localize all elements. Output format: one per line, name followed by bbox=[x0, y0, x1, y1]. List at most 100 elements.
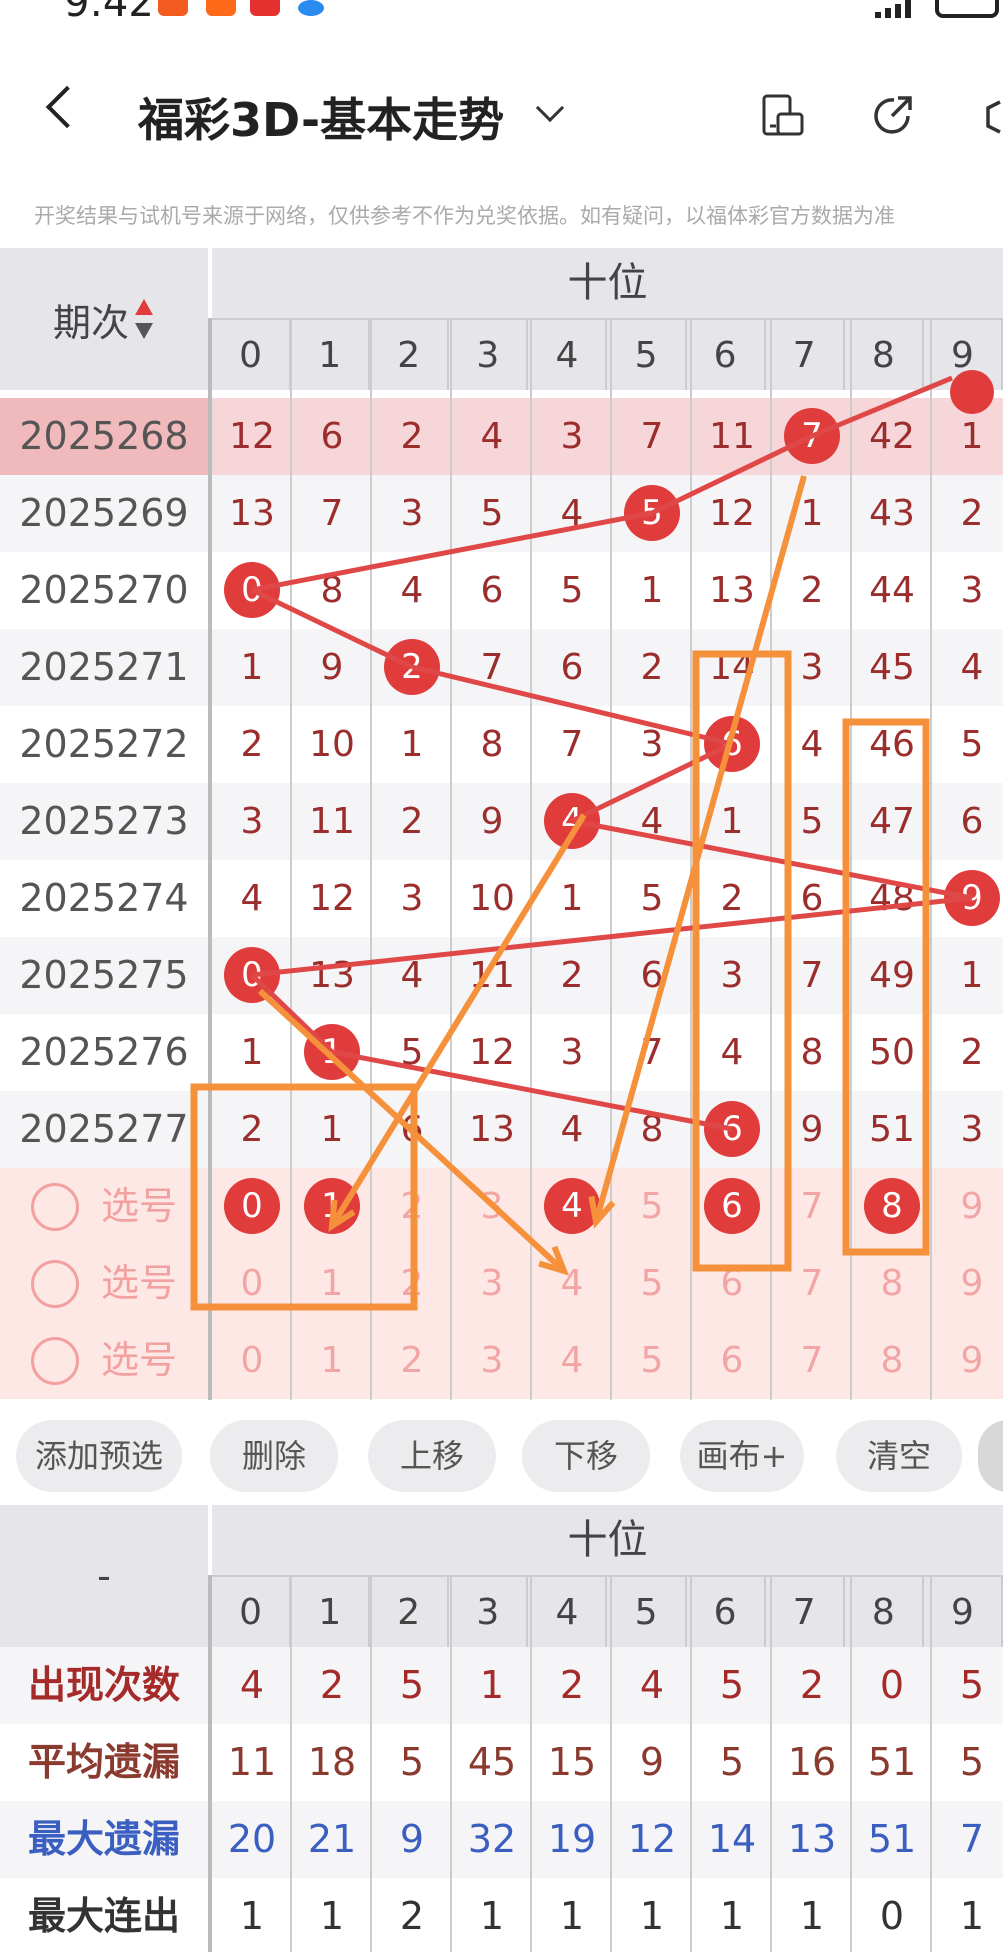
more-icon[interactable] bbox=[980, 92, 1003, 138]
select-row-toggle[interactable]: 选号 bbox=[0, 1322, 208, 1399]
digit-header-3[interactable]: 3 bbox=[449, 320, 529, 390]
select-cell[interactable]: 3 bbox=[452, 1168, 532, 1245]
period-number[interactable]: 2025274 bbox=[0, 860, 208, 937]
period-header[interactable]: 期次 bbox=[0, 248, 208, 390]
select-cell[interactable]: 1 bbox=[292, 1322, 372, 1399]
select-cell[interactable]: 7 bbox=[772, 1322, 852, 1399]
select-cell[interactable]: 6 bbox=[692, 1322, 772, 1399]
digit-header-4[interactable]: 4 bbox=[528, 1577, 608, 1647]
more-button[interactable] bbox=[978, 1420, 1003, 1492]
select-cell[interactable]: 0 bbox=[212, 1322, 292, 1399]
select-cell[interactable]: 8 bbox=[852, 1245, 932, 1322]
select-cell[interactable]: 2 bbox=[372, 1322, 452, 1399]
select-cell[interactable]: 5 bbox=[612, 1322, 692, 1399]
period-number[interactable]: 2025277 bbox=[0, 1091, 208, 1168]
select-cell[interactable]: 2 bbox=[372, 1168, 452, 1245]
select-cell[interactable]: 9 bbox=[932, 1168, 1003, 1245]
omission-cell: 50 bbox=[869, 1032, 915, 1073]
action-button[interactable]: 下移 bbox=[522, 1420, 650, 1492]
column-separator bbox=[530, 318, 532, 1400]
select-cell[interactable]: 9 bbox=[932, 1245, 1003, 1322]
radio-button[interactable] bbox=[30, 1336, 79, 1385]
digit-header-4[interactable]: 4 bbox=[528, 320, 608, 390]
digit-header-8[interactable]: 8 bbox=[845, 320, 924, 390]
select-cell[interactable]: 0 bbox=[212, 1168, 292, 1245]
action-button[interactable]: 上移 bbox=[368, 1420, 496, 1492]
action-button[interactable]: 画布+ bbox=[680, 1420, 804, 1492]
select-cell[interactable]: 9 bbox=[932, 1322, 1003, 1399]
stats-value: 51 bbox=[867, 1817, 917, 1861]
back-icon[interactable] bbox=[45, 85, 89, 129]
digit-header-6[interactable]: 6 bbox=[687, 320, 766, 390]
period-number[interactable]: 2025271 bbox=[0, 629, 208, 706]
select-cell[interactable]: 5 bbox=[612, 1168, 692, 1245]
digit-header-7[interactable]: 7 bbox=[766, 320, 845, 390]
period-number[interactable]: 2025269 bbox=[0, 475, 208, 552]
select-cell[interactable]: 6 bbox=[692, 1245, 772, 1322]
select-cell[interactable]: 4 bbox=[532, 1245, 612, 1322]
digit-header-1[interactable]: 1 bbox=[291, 320, 371, 390]
table-row: 2025277 2 1 6 13 4 8 6 9 51 3 bbox=[0, 1091, 1003, 1168]
action-button[interactable]: 清空 bbox=[836, 1420, 962, 1492]
action-button[interactable]: 添加预选 bbox=[16, 1420, 182, 1492]
chevron-down-icon[interactable] bbox=[535, 93, 565, 123]
status-bar: 9:42 bbox=[0, 0, 1003, 40]
digit-header-0[interactable]: 0 bbox=[212, 320, 292, 390]
radio-button[interactable] bbox=[30, 1182, 79, 1231]
select-cell[interactable]: 7 bbox=[772, 1245, 852, 1322]
stats-value: 1 bbox=[559, 1894, 585, 1938]
stats-value: 2 bbox=[399, 1894, 425, 1938]
stats-value: 1 bbox=[639, 1894, 665, 1938]
digit-header-6[interactable]: 6 bbox=[687, 1577, 766, 1647]
omission-cell: 3 bbox=[640, 724, 664, 765]
omission-cell: 7 bbox=[480, 647, 504, 688]
select-cell[interactable]: 4 bbox=[532, 1322, 612, 1399]
radio-button[interactable] bbox=[30, 1259, 79, 1308]
column-separator bbox=[450, 318, 452, 1400]
rotate-screen-icon[interactable] bbox=[760, 92, 806, 138]
period-number[interactable]: 2025276 bbox=[0, 1014, 208, 1091]
period-number[interactable]: 2025275 bbox=[0, 937, 208, 1014]
omission-cell: 6 bbox=[960, 801, 984, 842]
period-number[interactable]: 2025270 bbox=[0, 552, 208, 629]
select-cell[interactable]: 0 bbox=[212, 1245, 292, 1322]
picked-ball[interactable]: 1 bbox=[304, 1178, 360, 1234]
period-number[interactable]: 2025272 bbox=[0, 706, 208, 783]
select-cell[interactable]: 5 bbox=[612, 1245, 692, 1322]
select-row: 选号 0 1 2 3 4 5 6 7 8 9 bbox=[0, 1245, 1003, 1322]
sort-icon[interactable] bbox=[133, 297, 155, 341]
page-title[interactable]: 福彩3D-基本走势 bbox=[138, 84, 504, 150]
select-cell[interactable]: 8 bbox=[852, 1168, 932, 1245]
select-row-toggle[interactable]: 选号 bbox=[0, 1168, 208, 1245]
select-cell[interactable]: 2 bbox=[372, 1245, 452, 1322]
picked-ball[interactable]: 6 bbox=[704, 1178, 760, 1234]
digit-header-2[interactable]: 2 bbox=[370, 320, 450, 390]
select-cell[interactable]: 4 bbox=[532, 1168, 612, 1245]
action-button[interactable]: 删除 bbox=[210, 1420, 338, 1492]
digit-header-2[interactable]: 2 bbox=[370, 1577, 450, 1647]
digit-header-7[interactable]: 7 bbox=[766, 1577, 845, 1647]
select-cell[interactable]: 1 bbox=[292, 1245, 372, 1322]
digit-header-3[interactable]: 3 bbox=[449, 1577, 529, 1647]
select-cell[interactable]: 7 bbox=[772, 1168, 852, 1245]
select-cell[interactable]: 1 bbox=[292, 1168, 372, 1245]
digit-header-5[interactable]: 5 bbox=[607, 1577, 687, 1647]
select-row-toggle[interactable]: 选号 bbox=[0, 1245, 208, 1322]
picked-ball[interactable]: 8 bbox=[864, 1178, 920, 1234]
picked-ball[interactable]: 0 bbox=[224, 1178, 280, 1234]
digit-header-1[interactable]: 1 bbox=[291, 1577, 371, 1647]
select-cell[interactable]: 3 bbox=[452, 1322, 532, 1399]
digit-header-9[interactable]: 9 bbox=[924, 320, 1003, 390]
share-icon[interactable] bbox=[870, 92, 916, 138]
digit-header-5[interactable]: 5 bbox=[607, 320, 687, 390]
select-cell[interactable]: 8 bbox=[852, 1322, 932, 1399]
digit-header-8[interactable]: 8 bbox=[845, 1577, 924, 1647]
stats-group-label: 十位 bbox=[567, 1517, 648, 1563]
digit-header-0[interactable]: 0 bbox=[212, 1577, 292, 1647]
period-number[interactable]: 2025273 bbox=[0, 783, 208, 860]
picked-ball[interactable]: 4 bbox=[544, 1178, 600, 1234]
select-cell[interactable]: 3 bbox=[452, 1245, 532, 1322]
digit-header-9[interactable]: 9 bbox=[924, 1577, 1003, 1647]
period-number[interactable]: 2025268 bbox=[0, 398, 208, 475]
select-cell[interactable]: 6 bbox=[692, 1168, 772, 1245]
